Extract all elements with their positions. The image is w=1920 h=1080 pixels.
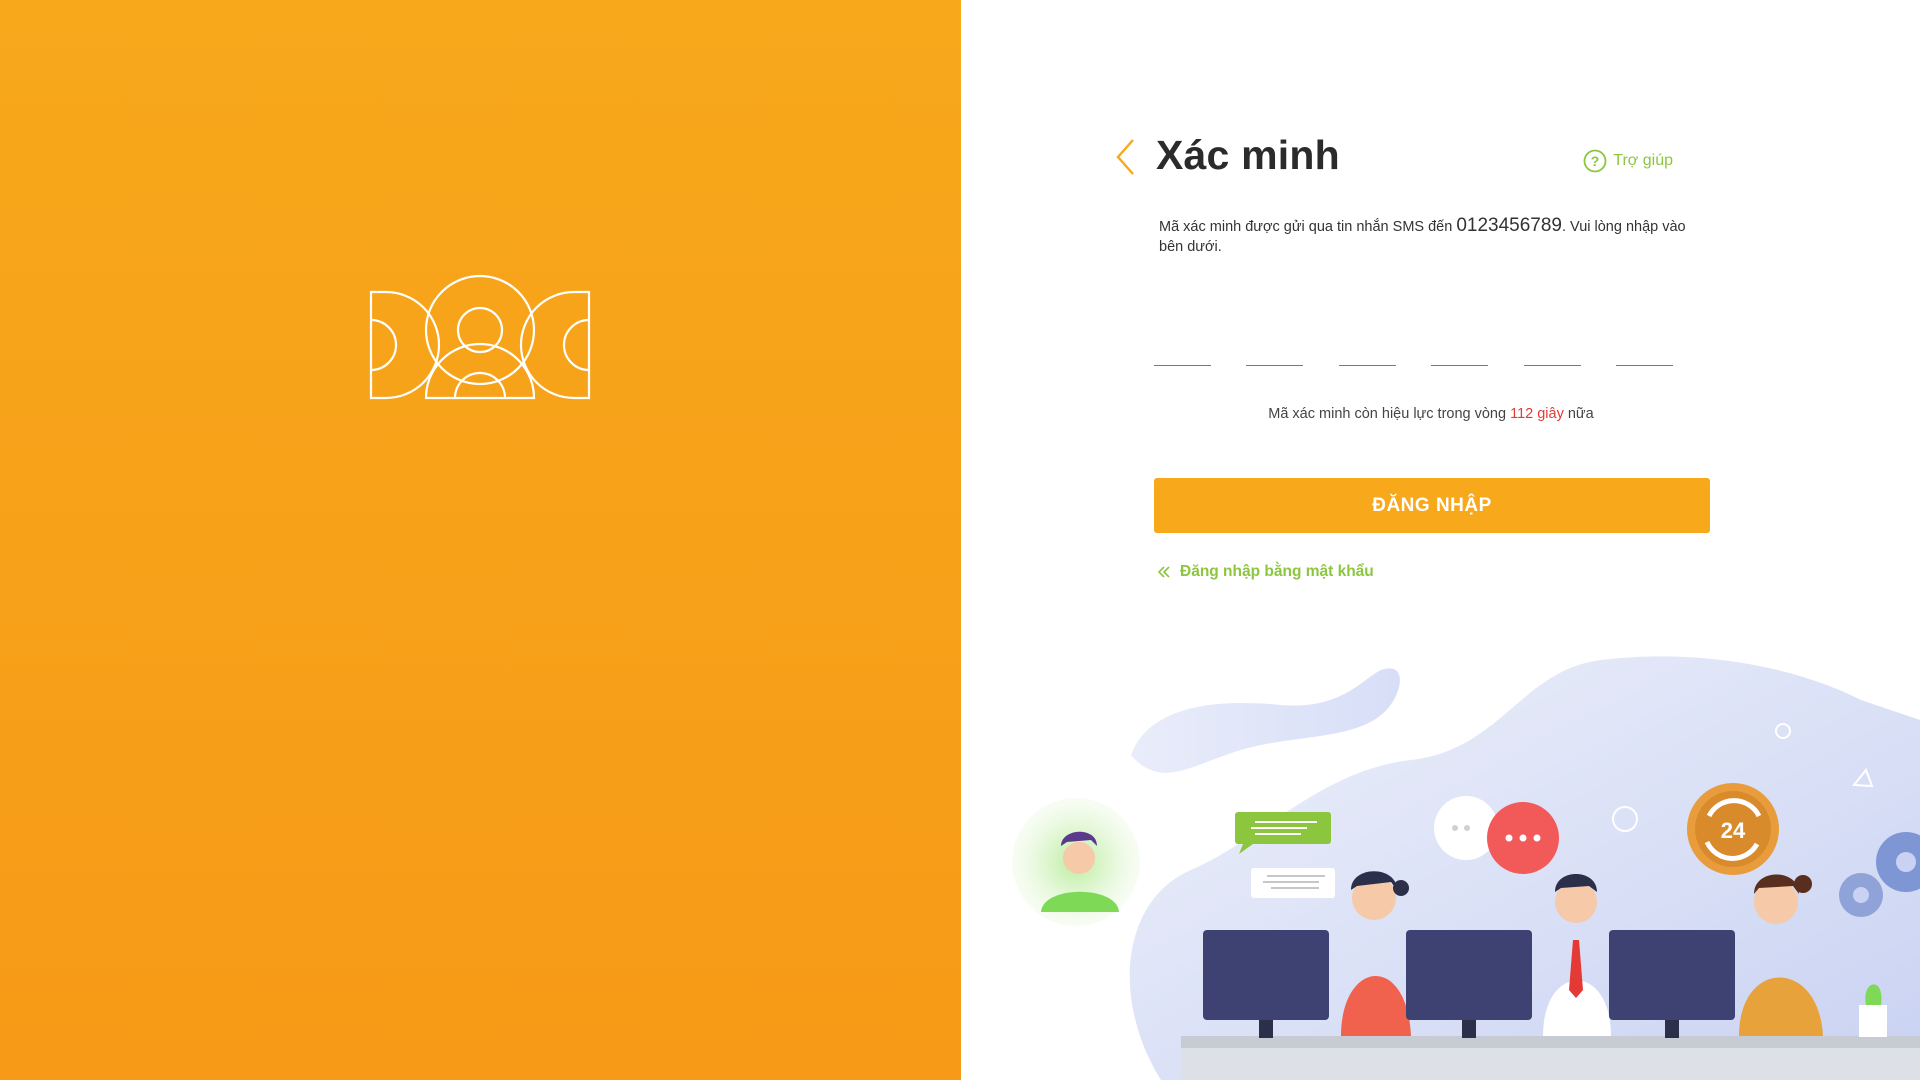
page-title: Xác minh [1156, 132, 1340, 178]
call-center-illustration: 24 [1012, 656, 1920, 1080]
chevron-left-icon[interactable] [1111, 136, 1141, 178]
help-label: Trợ giúp [1613, 152, 1673, 169]
double-chevron-left-icon [1157, 566, 1170, 578]
brand-panel [0, 0, 961, 1080]
otp-digit-6[interactable] [1615, 300, 1673, 366]
countdown-text: Mã xác minh còn hiệu lực trong vòng 112 … [1154, 406, 1708, 422]
password-login-label: Đăng nhập bằng mật khẩu [1180, 563, 1374, 580]
otp-digit-5[interactable] [1523, 300, 1581, 366]
message-before-phone: Mã xác minh được gửi qua tin nhắn SMS đế… [1159, 219, 1457, 235]
otp-digit-3[interactable] [1338, 300, 1396, 366]
timer-suffix: nữa [1563, 406, 1594, 422]
form-panel: Xác minh ? Trợ giúp Mã xác minh được gửi… [961, 0, 1920, 1080]
brand-logo [369, 274, 591, 400]
otp-input-group [1154, 300, 1673, 368]
svg-text:?: ? [1591, 153, 1600, 169]
sms-message: Mã xác minh được gửi qua tin nhắn SMS đế… [1159, 216, 1704, 257]
timer-prefix: Mã xác minh còn hiệu lực trong vòng [1268, 406, 1511, 422]
otp-digit-2[interactable] [1246, 300, 1304, 366]
password-login-link[interactable]: Đăng nhập bằng mật khẩu [1156, 563, 1374, 581]
login-button[interactable]: ĐĂNG NHẬP [1154, 478, 1710, 533]
timer-seconds: 112 giây [1510, 406, 1564, 422]
phone-number: 0123456789 [1456, 215, 1562, 236]
badge-24-label: 24 [1721, 818, 1746, 843]
24-hours-icon: 24 [1687, 783, 1779, 875]
question-circle-icon: ? [1583, 149, 1607, 173]
help-link[interactable]: ? Trợ giúp [1583, 149, 1673, 173]
otp-digit-1[interactable] [1154, 300, 1211, 366]
header: Xác minh ? Trợ giúp [1111, 128, 1673, 188]
otp-digit-4[interactable] [1431, 300, 1489, 366]
verification-page: Xác minh ? Trợ giúp Mã xác minh được gửi… [0, 0, 1920, 1080]
